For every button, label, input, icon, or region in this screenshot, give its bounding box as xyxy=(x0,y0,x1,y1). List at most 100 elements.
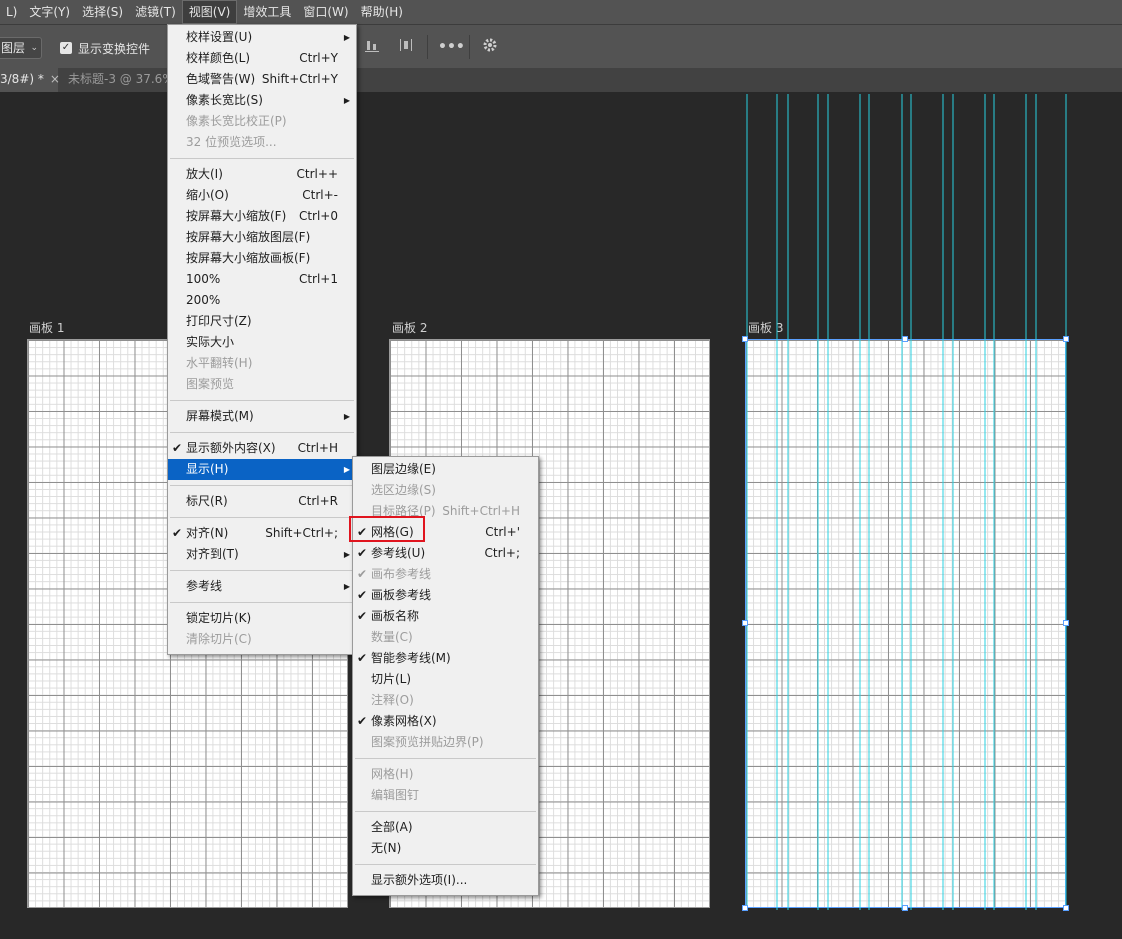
show-menu-item: 图案预览拼贴边界(P) xyxy=(353,732,538,753)
menu-separator xyxy=(170,400,354,401)
tab-current-document[interactable]: 3/8#) * × xyxy=(0,68,60,92)
menubar: L) 文字(Y) 选择(S) 滤镜(T) 视图(V) 增效工具 窗口(W) 帮助(H) xyxy=(0,0,1122,24)
transform-handle[interactable] xyxy=(902,336,908,342)
transform-handle[interactable] xyxy=(902,905,908,911)
show-menu-item[interactable]: ✔ 网格(G) Ctrl+' xyxy=(353,522,538,543)
shortcut-label: Ctrl+- xyxy=(302,188,338,202)
view-menu-item[interactable]: ✔ 对齐(N) Shift+Ctrl+; xyxy=(168,523,356,544)
view-menu-item[interactable]: 色域警告(W) Shift+Ctrl+Y xyxy=(168,69,356,90)
show-menu-item[interactable]: 图层边缘(E) xyxy=(353,459,538,480)
show-menu-item-label: 无(N) xyxy=(371,841,402,855)
view-menu-item[interactable]: 按屏幕大小缩放(F) Ctrl+0 xyxy=(168,206,356,227)
view-menu-item[interactable]: 显示(H) ▶ xyxy=(168,459,356,480)
menubar-item[interactable]: 滤镜(T) xyxy=(129,0,182,24)
show-menu-item-label: 画板参考线 xyxy=(371,588,432,602)
show-menu-item: 选区边缘(S) xyxy=(353,480,538,501)
show-menu-item[interactable]: 全部(A) xyxy=(353,817,538,838)
align-bottom-icon[interactable] xyxy=(362,37,382,57)
view-menu-item-label: 200% xyxy=(186,293,221,307)
view-menu-item[interactable]: 打印尺寸(Z) xyxy=(168,311,356,332)
view-menu-item[interactable]: 锁定切片(K) xyxy=(168,608,356,629)
menu-separator xyxy=(170,485,354,486)
artboard-3-label: 画板 3 xyxy=(748,321,784,335)
show-menu-item-label: 参考线(U) xyxy=(371,546,426,560)
more-icon[interactable]: ••• xyxy=(438,37,465,57)
gear-icon[interactable] xyxy=(480,37,500,57)
show-menu-item-label: 选区边缘(S) xyxy=(371,483,436,497)
view-menu-item-label: 锁定切片(K) xyxy=(186,611,252,625)
submenu-arrow-icon: ▶ xyxy=(343,465,350,474)
shortcut-label: Ctrl+R xyxy=(298,494,338,508)
menu-separator xyxy=(355,864,536,865)
menu-separator xyxy=(170,602,354,603)
view-menu-item-label: 对齐(N) xyxy=(186,526,229,540)
view-menu-item[interactable]: 校样颜色(L) Ctrl+Y xyxy=(168,48,356,69)
menu-separator xyxy=(170,517,354,518)
show-menu-item[interactable]: 切片(L) xyxy=(353,669,538,690)
menubar-item[interactable]: 增效工具 xyxy=(237,0,297,24)
tab-title: 未标题-3 @ 37.6% xyxy=(68,72,174,86)
view-menu-item[interactable]: 缩小(O) Ctrl+- xyxy=(168,185,356,206)
view-menu-item[interactable]: 对齐到(T) ▶ xyxy=(168,544,356,565)
transform-handle[interactable] xyxy=(1063,336,1069,342)
show-menu-item[interactable]: 无(N) xyxy=(353,838,538,859)
show-menu-item[interactable]: ✔ 像素网格(X) xyxy=(353,711,538,732)
show-menu-item-label: 图案预览拼贴边界(P) xyxy=(371,735,484,749)
transform-handle[interactable] xyxy=(742,336,748,342)
distribute-icon[interactable] xyxy=(396,37,416,57)
submenu-arrow-icon: ▶ xyxy=(343,582,350,591)
menu-separator xyxy=(170,432,354,433)
submenu-arrow-icon: ▶ xyxy=(343,412,350,421)
show-menu-item-label: 目标路径(P) xyxy=(371,504,436,518)
view-menu-item[interactable]: 标尺(R) Ctrl+R xyxy=(168,491,356,512)
view-menu-item[interactable]: 按屏幕大小缩放画板(F) xyxy=(168,248,356,269)
show-menu-item[interactable]: ✔ 智能参考线(M) xyxy=(353,648,538,669)
show-menu-item[interactable]: ✔ 参考线(U) Ctrl+; xyxy=(353,543,538,564)
view-menu-item[interactable]: 200% xyxy=(168,290,356,311)
shortcut-label: Ctrl+' xyxy=(485,525,520,539)
view-menu-item[interactable]: ✔ 显示额外内容(X) Ctrl+H xyxy=(168,438,356,459)
view-menu-item[interactable]: 实际大小 xyxy=(168,332,356,353)
view-menu-item[interactable]: 像素长宽比(S) ▶ xyxy=(168,90,356,111)
view-menu-item[interactable]: 参考线 ▶ xyxy=(168,576,356,597)
checkmark-icon: ✔ xyxy=(357,714,368,728)
menubar-item[interactable]: 选择(S) xyxy=(76,0,129,24)
transform-handle[interactable] xyxy=(1063,905,1069,911)
menubar-item[interactable]: 文字(Y) xyxy=(23,0,76,24)
view-menu-item-label: 缩小(O) xyxy=(186,188,229,202)
tab-untitled-3[interactable]: 未标题-3 @ 37.6% xyxy=(62,68,180,92)
menubar-item[interactable]: 窗口(W) xyxy=(297,0,354,24)
artboard-2-label: 画板 2 xyxy=(392,321,428,335)
auto-select-target-dropdown[interactable]: 图层 ⌄ xyxy=(0,37,42,59)
show-menu-item-label: 画板名称 xyxy=(371,609,420,623)
show-menu-item[interactable]: 显示额外选项(I)... xyxy=(353,870,538,891)
view-menu-item-label: 32 位预览选项... xyxy=(186,135,277,149)
view-menu-item-label: 图案预览 xyxy=(186,377,235,391)
view-menu-item[interactable]: 100% Ctrl+1 xyxy=(168,269,356,290)
show-transform-label: 显示变换控件 xyxy=(78,42,151,56)
transform-handle[interactable] xyxy=(1063,620,1069,626)
close-icon[interactable]: × xyxy=(50,72,60,86)
view-menu-item[interactable]: 屏幕模式(M) ▶ xyxy=(168,406,356,427)
checkmark-icon: ✔ xyxy=(357,567,368,581)
transform-handle[interactable] xyxy=(742,620,748,626)
view-menu-item-label: 屏幕模式(M) xyxy=(186,409,254,423)
menubar-item[interactable]: 视图(V) xyxy=(181,0,238,24)
artboard-3[interactable] xyxy=(745,339,1066,908)
transform-handle[interactable] xyxy=(742,905,748,911)
show-menu-item: 目标路径(P) Shift+Ctrl+H xyxy=(353,501,538,522)
menubar-item[interactable]: L) xyxy=(0,0,23,24)
show-menu-item[interactable]: ✔ 画板名称 xyxy=(353,606,538,627)
submenu-arrow-icon: ▶ xyxy=(343,33,350,42)
view-menu-item[interactable]: 校样设置(U) ▶ xyxy=(168,27,356,48)
view-menu-item-label: 清除切片(C) xyxy=(186,632,252,646)
view-menu-item-label: 显示额外内容(X) xyxy=(186,441,276,455)
show-transform-checkbox[interactable]: ✓ xyxy=(60,42,72,54)
view-menu-item[interactable]: 放大(I) Ctrl++ xyxy=(168,164,356,185)
view-menu-item-label: 打印尺寸(Z) xyxy=(186,314,252,328)
menu-separator xyxy=(355,811,536,812)
view-menu-item[interactable]: 按屏幕大小缩放图层(F) xyxy=(168,227,356,248)
show-menu-item[interactable]: ✔ 画板参考线 xyxy=(353,585,538,606)
menubar-item[interactable]: 帮助(H) xyxy=(355,0,409,24)
menu-separator xyxy=(355,758,536,759)
